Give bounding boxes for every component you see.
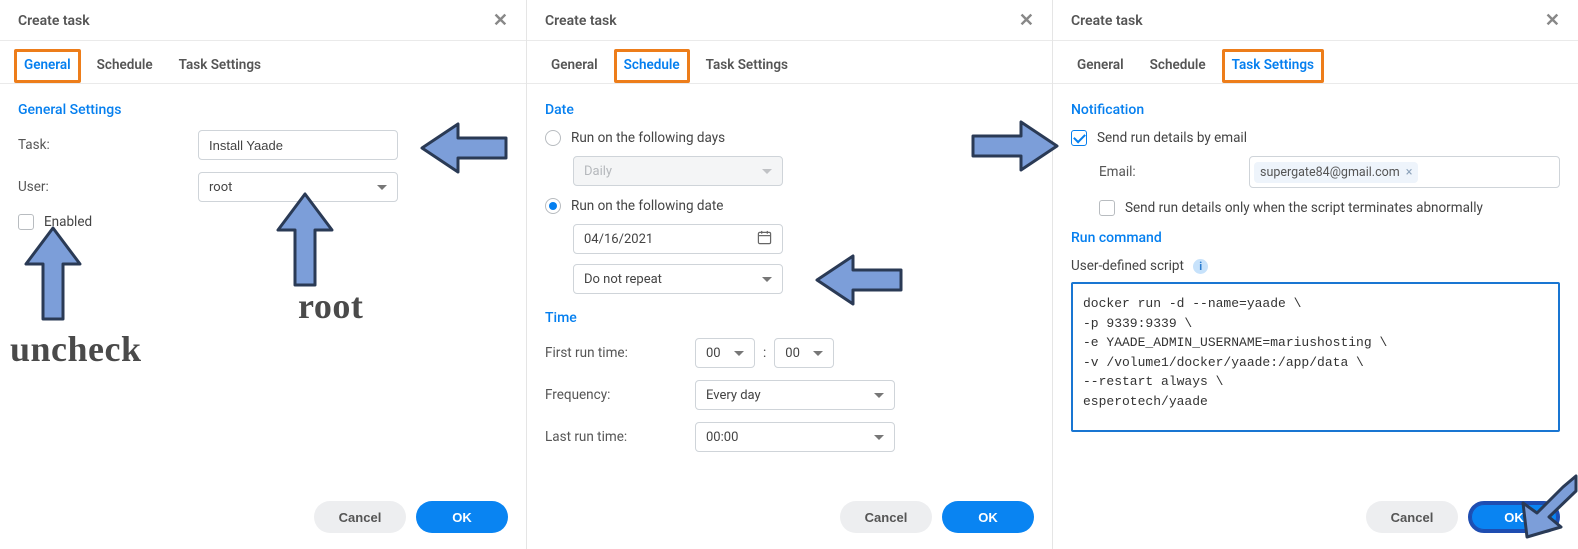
send-email-checkbox[interactable] <box>1071 130 1087 146</box>
chevron-down-icon <box>874 393 884 398</box>
ok-button[interactable]: OK <box>1468 501 1560 533</box>
cancel-button[interactable]: Cancel <box>1366 501 1458 533</box>
repeat-select[interactable]: Do not repeat <box>573 264 783 294</box>
frequency-select[interactable]: Every day <box>695 380 895 410</box>
tab-schedule[interactable]: Schedule <box>614 49 690 83</box>
close-icon[interactable]: ✕ <box>1545 12 1560 30</box>
email-input[interactable]: supergate84@gmail.com × <box>1249 156 1560 188</box>
run-following-date-radio[interactable] <box>545 198 561 214</box>
date-value: 04/16/2021 <box>584 232 653 247</box>
section-general-settings: General Settings <box>18 102 508 118</box>
ok-button[interactable]: OK <box>416 501 508 533</box>
tab-general[interactable]: General <box>14 49 81 83</box>
user-label: User: <box>18 179 198 195</box>
cancel-button[interactable]: Cancel <box>840 501 932 533</box>
tab-general[interactable]: General <box>1067 49 1134 83</box>
chevron-down-icon <box>813 351 823 356</box>
time-colon: : <box>763 345 766 361</box>
tab-task-settings[interactable]: Task Settings <box>696 49 798 83</box>
first-run-min-value: 00 <box>785 346 800 361</box>
first-run-min-select[interactable]: 00 <box>774 338 834 368</box>
user-select-value: root <box>209 180 232 195</box>
email-chip-value: supergate84@gmail.com <box>1260 165 1400 180</box>
cancel-button[interactable]: Cancel <box>314 501 406 533</box>
close-icon[interactable]: ✕ <box>493 12 508 30</box>
tab-task-settings[interactable]: Task Settings <box>1222 49 1324 83</box>
chevron-down-icon <box>734 351 744 356</box>
chevron-down-icon <box>762 277 772 282</box>
tab-schedule[interactable]: Schedule <box>87 49 163 83</box>
task-name-input[interactable] <box>198 130 398 160</box>
email-label: Email: <box>1099 164 1249 180</box>
script-textarea[interactable]: docker run -d --name=yaade \ -p 9339:933… <box>1071 282 1560 432</box>
remove-chip-icon[interactable]: × <box>1406 165 1413 180</box>
run-following-days-radio[interactable] <box>545 130 561 146</box>
close-icon[interactable]: ✕ <box>1019 12 1034 30</box>
days-select: Daily <box>573 156 783 186</box>
send-abnormal-checkbox[interactable] <box>1099 200 1115 216</box>
run-following-date-label: Run on the following date <box>571 198 723 214</box>
last-run-label: Last run time: <box>545 429 695 445</box>
repeat-value: Do not repeat <box>584 272 662 287</box>
dialog-title: Create task <box>1071 13 1143 29</box>
enabled-label: Enabled <box>44 214 92 230</box>
tab-schedule[interactable]: Schedule <box>1140 49 1216 83</box>
script-label: User-defined script <box>1071 258 1184 274</box>
send-email-label: Send run details by email <box>1097 130 1247 146</box>
date-input[interactable]: 04/16/2021 <box>573 224 783 254</box>
chevron-down-icon <box>762 169 772 174</box>
last-run-value: 00:00 <box>706 430 738 445</box>
send-abnormal-label: Send run details only when the script te… <box>1125 200 1483 216</box>
section-date: Date <box>545 102 1034 118</box>
frequency-label: Frequency: <box>545 387 695 403</box>
first-run-hour-value: 00 <box>706 346 721 361</box>
tab-general[interactable]: General <box>541 49 608 83</box>
tab-task-settings[interactable]: Task Settings <box>169 49 271 83</box>
frequency-value: Every day <box>706 388 761 403</box>
enabled-checkbox[interactable] <box>18 214 34 230</box>
dialog-title: Create task <box>18 13 90 29</box>
user-select[interactable]: root <box>198 172 398 202</box>
section-run-command: Run command <box>1071 230 1560 246</box>
chevron-down-icon <box>377 185 387 190</box>
last-run-select[interactable]: 00:00 <box>695 422 895 452</box>
email-chip: supergate84@gmail.com × <box>1254 162 1418 183</box>
ok-button[interactable]: OK <box>942 501 1034 533</box>
section-notification: Notification <box>1071 102 1560 118</box>
days-select-value: Daily <box>584 164 612 179</box>
section-time: Time <box>545 310 1034 326</box>
dialog-title: Create task <box>545 13 617 29</box>
run-following-days-label: Run on the following days <box>571 130 725 146</box>
first-run-label: First run time: <box>545 345 695 361</box>
calendar-icon <box>757 230 772 249</box>
info-icon[interactable]: i <box>1193 259 1208 274</box>
first-run-hour-select[interactable]: 00 <box>695 338 755 368</box>
task-label: Task: <box>18 137 198 153</box>
chevron-down-icon <box>874 435 884 440</box>
